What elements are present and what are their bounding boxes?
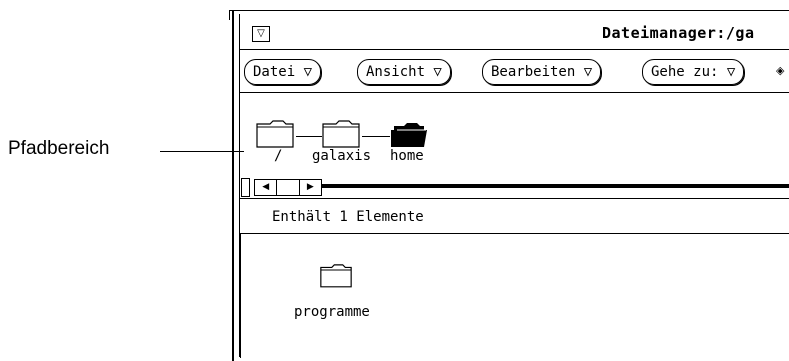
pane-divider	[240, 198, 789, 199]
folder-open-icon	[391, 123, 427, 147]
callout-label: Pfadbereich	[8, 138, 110, 159]
bearbeiten-menu-button[interactable]: Bearbeiten ▽	[482, 59, 602, 85]
horizontal-scrollbar-elevator[interactable]: ◀ ▶	[254, 179, 322, 196]
ansicht-menu-button[interactable]: Ansicht ▽	[357, 59, 451, 85]
file-item-programme[interactable]	[320, 262, 360, 296]
datei-menu-button[interactable]: Datei ▽	[244, 59, 322, 85]
folder-icon	[322, 120, 360, 148]
path-connector	[296, 136, 322, 137]
window-title: Dateimanager:/ga	[602, 24, 755, 42]
gehe-zu-menu-button[interactable]: Gehe zu: ▽	[642, 59, 745, 85]
path-label-galaxis: galaxis	[312, 148, 372, 164]
path-connector	[362, 136, 390, 137]
scrollbar-cable-anchor[interactable]	[241, 178, 250, 197]
folder-icon	[256, 120, 294, 148]
path-label-home: home	[390, 148, 424, 164]
scrollbar-cable[interactable]	[322, 184, 789, 188]
path-label-root: /	[274, 148, 283, 164]
window-resize-corner[interactable]	[229, 10, 239, 20]
title-divider	[240, 49, 789, 50]
folder-icon	[320, 264, 352, 288]
pushpin-icon[interactable]: ◈	[776, 64, 784, 77]
window-menu-button[interactable]: ▽	[252, 26, 270, 42]
status-text: Enthält 1 Elemente	[272, 209, 424, 225]
scroll-right-icon[interactable]: ▶	[300, 180, 321, 195]
scroll-left-icon[interactable]: ◀	[255, 180, 278, 195]
file-label-programme: programme	[294, 304, 370, 320]
scroll-drag-area[interactable]	[277, 180, 300, 195]
